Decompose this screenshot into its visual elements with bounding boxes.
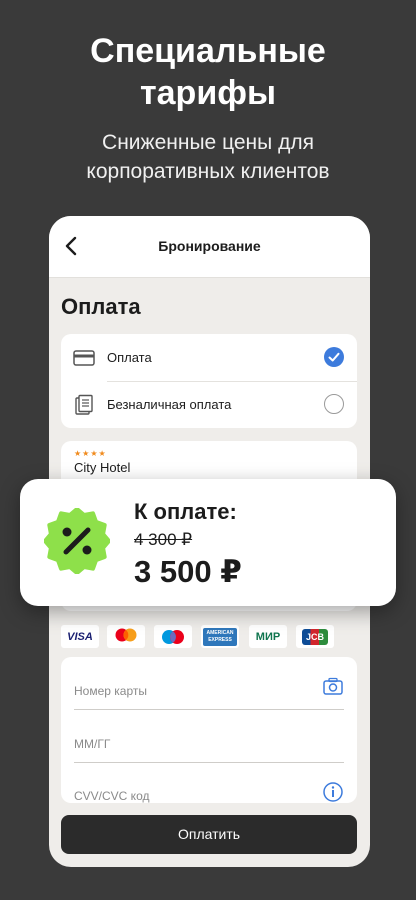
new-price: 3 500 ₽ bbox=[134, 554, 242, 589]
mir-logo: МИР bbox=[249, 625, 287, 648]
checkmark-icon bbox=[328, 352, 340, 362]
old-price: 4 300 ₽ bbox=[134, 530, 193, 549]
subline: Сниженные цены для корпоративных клиенто… bbox=[0, 128, 416, 186]
documents-icon bbox=[75, 394, 93, 415]
maestro-icon bbox=[162, 629, 184, 644]
radio-selected[interactable] bbox=[324, 347, 344, 367]
info-icon[interactable] bbox=[322, 781, 344, 803]
card-form: Номер карты ММ/ГГ CVV/CVC код bbox=[61, 657, 357, 803]
discount-badge-icon bbox=[44, 508, 110, 574]
expiry-field[interactable]: ММ/ГГ bbox=[74, 711, 344, 763]
headline-line-2: тарифы bbox=[139, 74, 277, 112]
cvv-field[interactable]: CVV/CVC код bbox=[74, 763, 344, 803]
nav-bar: Бронирование bbox=[49, 216, 370, 278]
card-number-placeholder: Номер карты bbox=[74, 684, 147, 698]
card-logos: VISA AMERICAN EXPRESS МИР JCB bbox=[61, 625, 357, 649]
camera-scan-icon[interactable] bbox=[322, 676, 344, 698]
pay-button[interactable]: Оплатить bbox=[61, 815, 357, 854]
headline: Специальные тарифы bbox=[0, 30, 416, 114]
headline-line-1: Специальные bbox=[90, 32, 326, 70]
maestro-logo bbox=[154, 625, 192, 648]
subline-line-1: Сниженные цены для bbox=[102, 131, 314, 154]
cvv-placeholder: CVV/CVC код bbox=[74, 789, 150, 803]
visa-logo: VISA bbox=[61, 625, 99, 648]
expiry-placeholder: ММ/ГГ bbox=[74, 737, 111, 751]
payment-option-card-label: Оплата bbox=[107, 350, 152, 365]
nav-title: Бронирование bbox=[158, 238, 261, 254]
payment-option-cashless[interactable]: Безналичная оплата bbox=[61, 381, 357, 428]
subline-line-2: корпоративных клиентов bbox=[86, 160, 330, 183]
hotel-stars: ★★★★ bbox=[74, 449, 107, 458]
jcb-logo-text: JCB bbox=[301, 628, 328, 645]
card-number-field[interactable]: Номер карты bbox=[74, 658, 344, 710]
amex-logo: AMERICAN EXPRESS bbox=[201, 625, 239, 648]
amex-logo-text: AMERICAN EXPRESS bbox=[203, 627, 237, 646]
promo-card: К оплате: 4 300 ₽ 3 500 ₽ bbox=[20, 479, 396, 606]
payment-section-title: Оплата bbox=[61, 294, 141, 319]
payment-method-card: Оплата Безналичная оплата bbox=[61, 334, 357, 428]
payment-option-card[interactable]: Оплата bbox=[61, 334, 357, 381]
visa-logo-text: VISA bbox=[67, 630, 93, 643]
jcb-logo: JCB bbox=[296, 625, 334, 648]
mir-logo-text: МИР bbox=[255, 630, 281, 643]
credit-card-icon bbox=[73, 350, 95, 366]
mastercard-logo bbox=[107, 625, 145, 648]
hotel-name: City Hotel bbox=[74, 460, 131, 475]
promo-label: К оплате: bbox=[134, 499, 237, 524]
radio-unselected[interactable] bbox=[324, 394, 344, 414]
payment-option-cashless-label: Безналичная оплата bbox=[107, 397, 232, 412]
card-number-underline bbox=[74, 709, 344, 710]
mastercard-icon bbox=[115, 628, 137, 641]
